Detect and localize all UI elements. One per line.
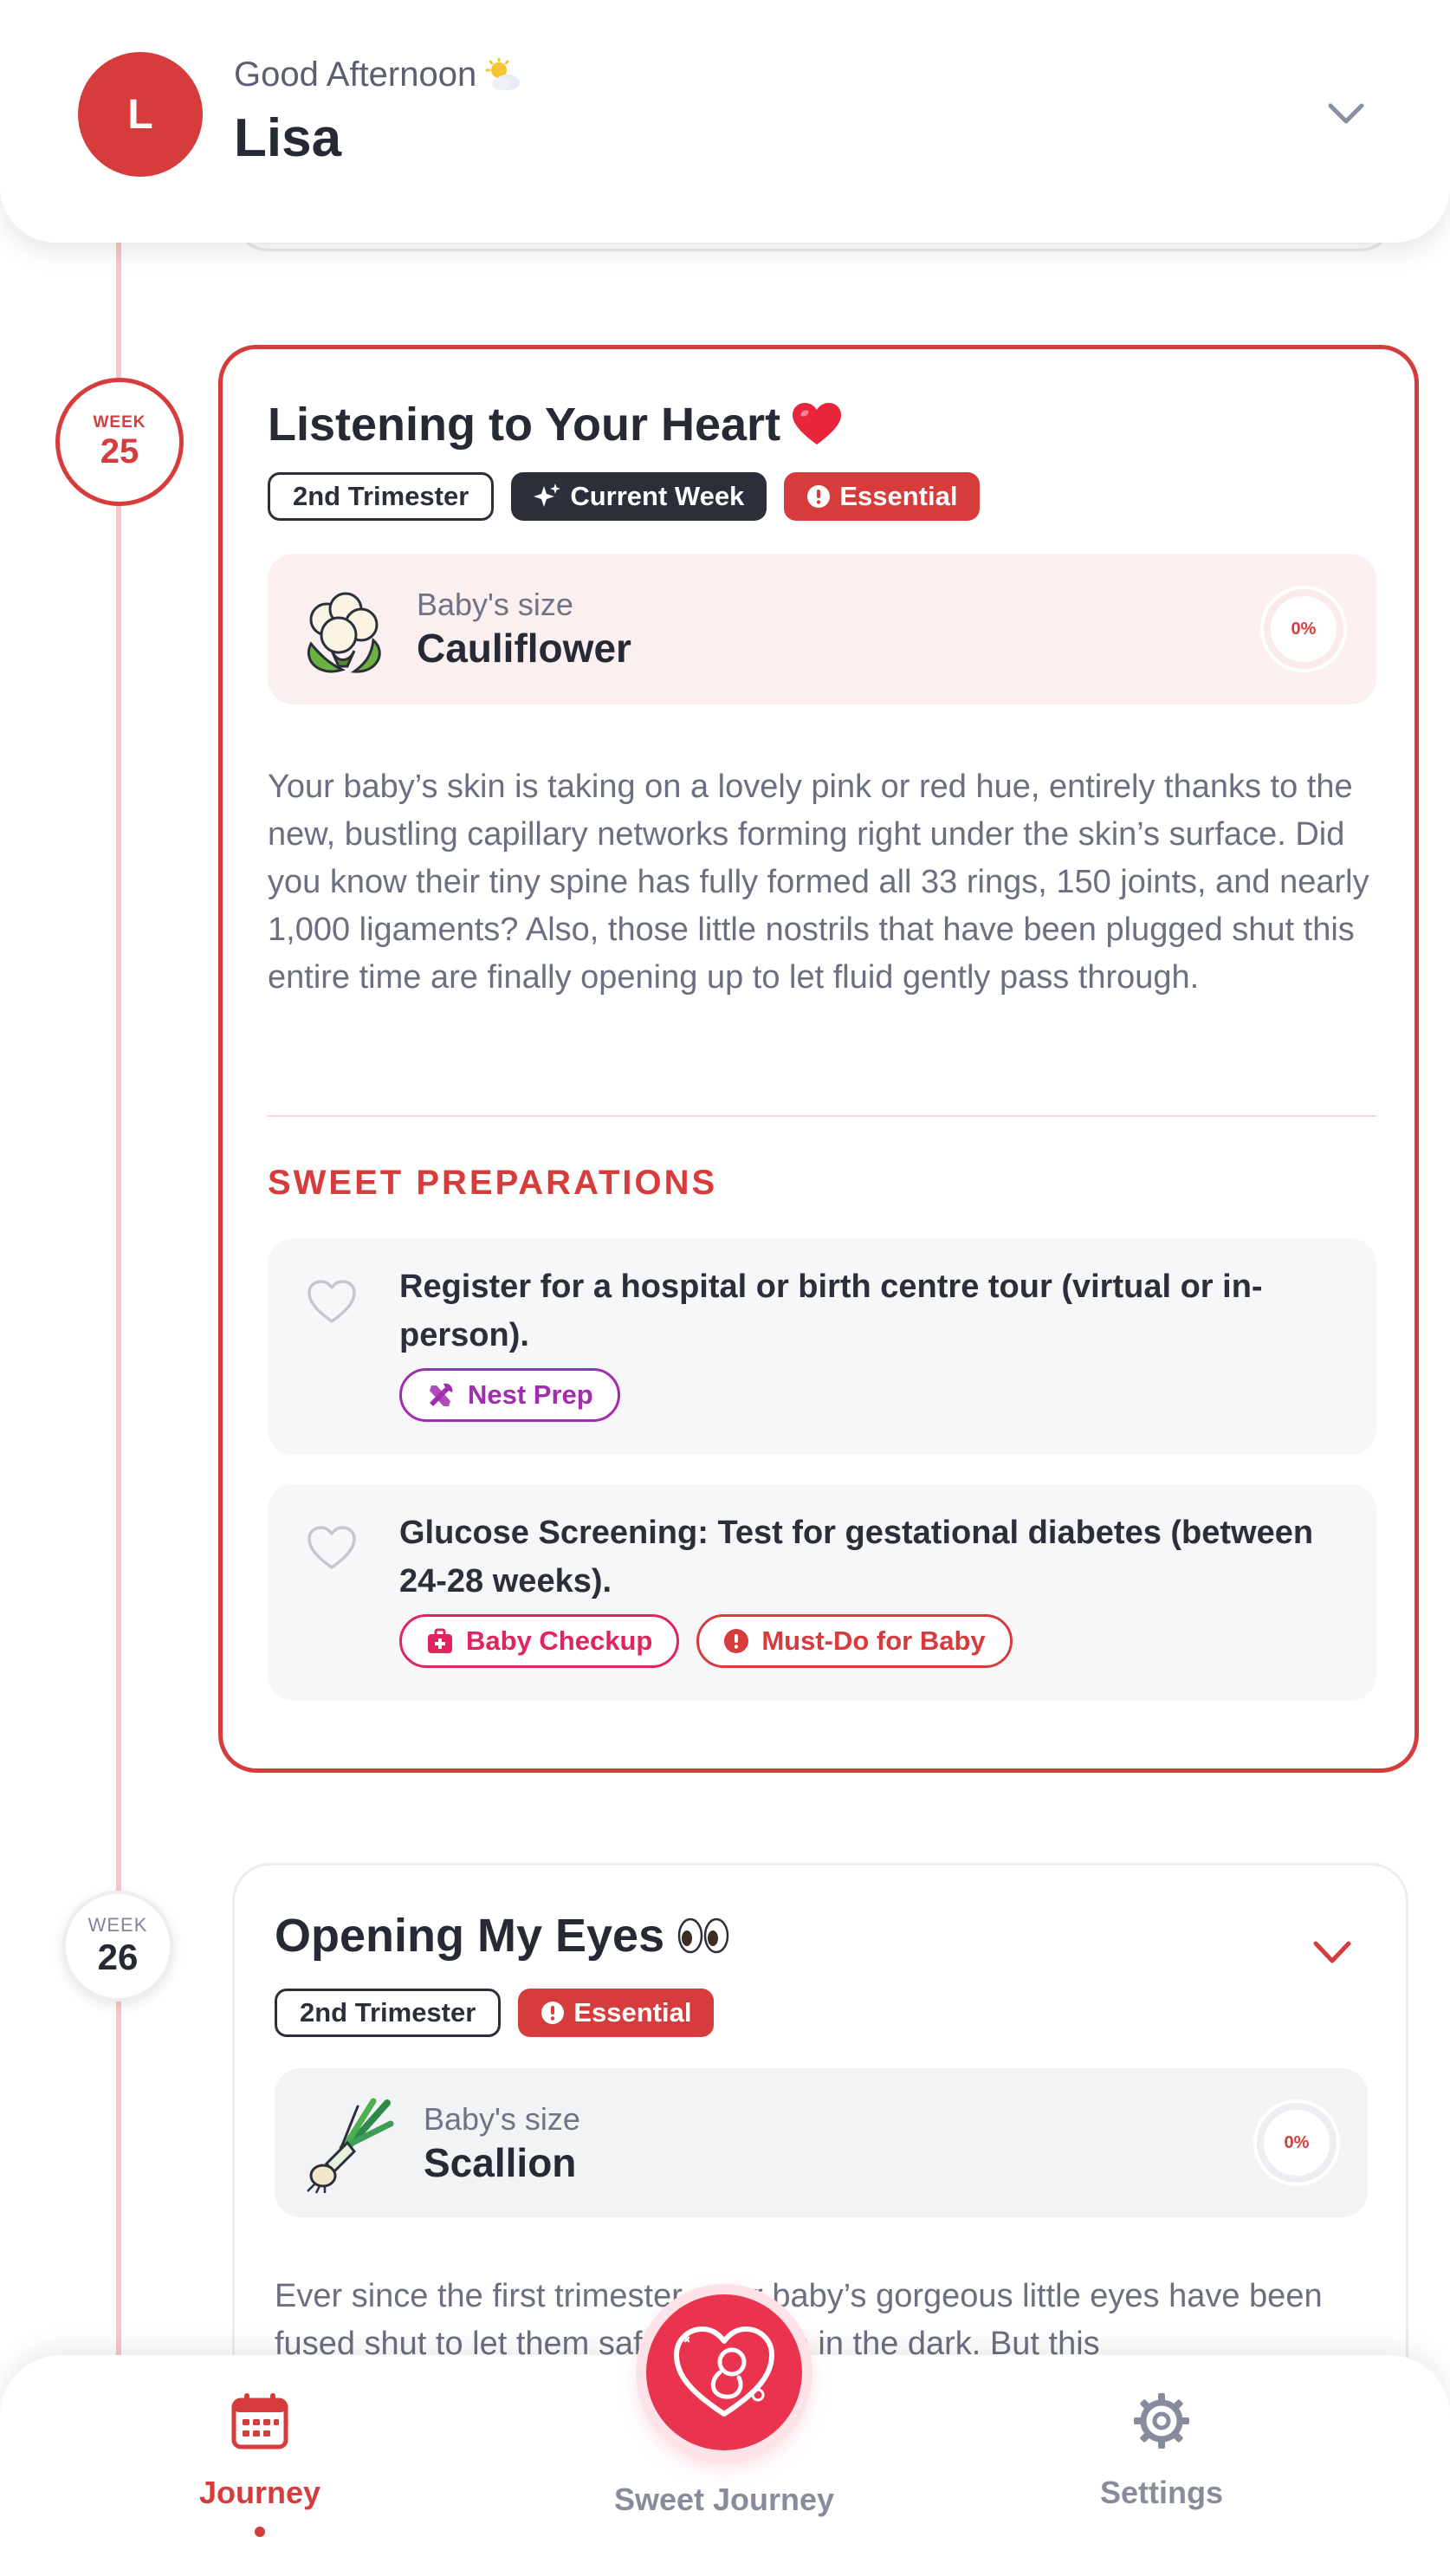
week-description: Your baby’s skin is taking on a lovely p…: [268, 769, 1369, 996]
red-heart-icon: [793, 403, 842, 444]
baby-size-label: Baby's size: [417, 587, 573, 622]
calendar-icon: [231, 2393, 288, 2449]
timeline-line: [116, 234, 121, 2400]
heart-outline-icon[interactable]: [306, 1522, 358, 1574]
eyes-icon: [677, 1917, 729, 1954]
nav-settings[interactable]: Settings: [1100, 2390, 1223, 2511]
sweet-journey-button[interactable]: [646, 2294, 802, 2450]
avatar[interactable]: L: [78, 52, 203, 177]
exclamation-circle-icon: [807, 485, 831, 508]
baby-size-label: Baby's size: [424, 2101, 580, 2137]
tag-nest-prep: Nest Prep: [399, 1368, 620, 1422]
nav-label-settings: Settings: [1100, 2475, 1224, 2510]
week-label: WEEK: [93, 412, 146, 431]
week-label: WEEK: [87, 1914, 148, 1936]
baby-size-box: Baby's size Cauliflower 0%: [268, 554, 1376, 704]
week-badge-26: WEEK 26: [62, 1891, 173, 2002]
week-number: 26: [97, 1937, 139, 1977]
chip-current-week: Current Week: [511, 472, 767, 521]
baby-heart-icon: [674, 2326, 774, 2417]
sparkles-icon: [534, 483, 561, 507]
task-text: Glucose Screening: Test for gestational …: [399, 1515, 1314, 1599]
tag-baby-checkup: Baby Checkup: [399, 1614, 680, 1668]
tools-icon: [430, 1383, 453, 1406]
task-tags: Nest Prep: [399, 1368, 620, 1422]
cauliflower-icon: [307, 592, 381, 673]
chip-trimester: 2nd Trimester: [275, 1989, 502, 2037]
task-tags: Baby Checkup Must-Do for Baby: [399, 1614, 1013, 1668]
nav-label-sweet-journey: Sweet Journey: [613, 2482, 835, 2517]
progress-value: 0%: [1284, 2132, 1310, 2152]
task-item[interactable]: Glucose Screening: Test for gestational …: [268, 1484, 1376, 1701]
exclamation-circle-icon: [724, 1629, 749, 1653]
progress-value: 0%: [1291, 619, 1317, 639]
week-number: 25: [100, 431, 139, 470]
app-header: L Good Afternoon Lisa: [0, 0, 1450, 243]
week-title-text: Opening My Eyes: [275, 1910, 665, 1962]
baby-size-box: Baby's size Scallion 0%: [275, 2068, 1368, 2217]
week-card-25[interactable]: Listening to Your Heart 2nd Trimester Cu…: [218, 345, 1419, 1773]
task-text: Register for a hospital or birth centre …: [399, 1269, 1263, 1353]
divider: [268, 1115, 1376, 1117]
week-chips: 2nd Trimester Essential: [275, 1989, 715, 2037]
week-badge-25: WEEK 25: [55, 378, 184, 506]
heart-outline-icon[interactable]: [306, 1276, 358, 1328]
nav-label-journey: Journey: [199, 2475, 321, 2510]
medical-kit-icon: [428, 1628, 452, 1653]
chip-trimester: 2nd Trimester: [268, 472, 495, 521]
progress-ring: 0%: [1253, 2099, 1340, 2186]
chip-essential: Essential: [784, 472, 981, 521]
nav-journey[interactable]: Journey: [199, 2390, 320, 2537]
username: Lisa: [234, 108, 342, 168]
week-title: Listening to Your Heart: [268, 398, 842, 451]
task-item[interactable]: Register for a hospital or birth centre …: [268, 1238, 1376, 1455]
sun-behind-cloud-icon: [485, 57, 521, 90]
baby-size-value: Scallion: [424, 2140, 577, 2185]
week-title: Opening My Eyes: [275, 1909, 730, 1963]
week-title-text: Listening to Your Heart: [268, 399, 781, 451]
exclamation-circle-icon: [541, 2002, 565, 2024]
scallion-icon: [307, 2098, 394, 2194]
chevron-down-icon[interactable]: [1311, 1935, 1354, 1969]
greeting: Good Afternoon: [234, 55, 523, 94]
week-chips: 2nd Trimester Current Week Essential: [268, 472, 981, 521]
progress-ring: 0%: [1260, 586, 1347, 672]
tag-must-do: Must-Do for Baby: [696, 1614, 1013, 1668]
active-indicator-dot: [255, 2527, 266, 2537]
nav-sweet-journey[interactable]: Sweet Journey: [614, 2294, 834, 2518]
gear-icon: [1134, 2393, 1189, 2449]
baby-size-value: Cauliflower: [417, 626, 631, 671]
chevron-down-icon[interactable]: [1325, 95, 1367, 130]
section-title: SWEET PREPARATIONS: [268, 1164, 718, 1202]
chip-essential: Essential: [518, 1989, 715, 2037]
greeting-text: Good Afternoon: [234, 55, 477, 94]
